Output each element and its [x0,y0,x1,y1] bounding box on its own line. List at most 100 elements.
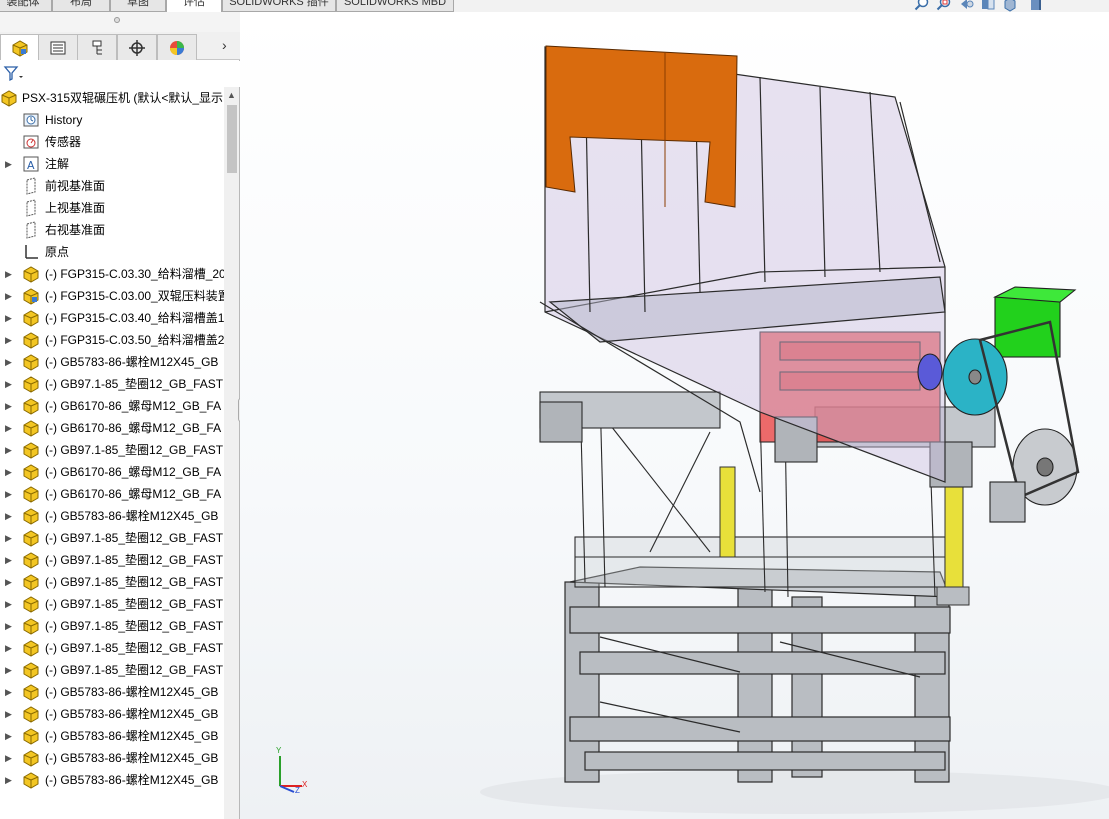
tree-item-label: (-) GB97.1-85_垫圈12_GB_FASTE [45,619,224,633]
tree-item[interactable]: ▶ (-) GB5783-86-螺栓M12X45_GB [0,747,224,769]
tree-item[interactable]: History [0,109,224,131]
tree-item[interactable]: ▶ (-) GB97.1-85_垫圈12_GB_FASTE [0,373,224,395]
tree-item[interactable]: ▶ (-) FGP315-C.03.30_给料溜槽_20 [0,263,224,285]
tab-layout[interactable]: 布局 [52,0,110,12]
tree-item[interactable]: 原点 [0,241,224,263]
filter-icon [3,66,23,82]
chevron-right-icon[interactable]: › [222,37,227,53]
part-icon [22,419,40,437]
zoom-to-fit-icon[interactable] [914,0,930,12]
tab-assembly[interactable]: 装配体 [0,0,52,12]
tree-item[interactable]: ▶ (-) GB5783-86-螺栓M12X45_GB [0,681,224,703]
expand-arrow-icon[interactable]: ▶ [5,466,13,478]
previous-view-icon[interactable] [958,0,974,12]
tree-item[interactable]: ▶ (-) FGP315-C.03.00_双辊压料装置 [0,285,224,307]
tree-item-label: (-) GB97.1-85_垫圈12_GB_FASTE [45,641,224,655]
chevron-up-icon[interactable]: ▲ [224,87,239,103]
scrollbar-thumb[interactable] [227,105,237,173]
tree-item[interactable]: ▶ (-) GB5783-86-螺栓M12X45_GB [0,769,224,791]
expand-arrow-icon[interactable]: ▶ [5,400,13,412]
tree-item[interactable]: ▶ (-) GB5783-86-螺栓M12X45_GB [0,725,224,747]
part-icon [22,705,40,723]
expand-arrow-icon[interactable]: ▶ [5,444,13,456]
part-icon [22,771,40,789]
tree-item-label: (-) GB5783-86-螺栓M12X45_GB [45,751,219,765]
expand-arrow-icon[interactable]: ▶ [5,356,13,368]
tree-item[interactable]: ▶ (-) GB97.1-85_垫圈12_GB_FASTE [0,439,224,461]
expand-arrow-icon[interactable]: ▶ [5,312,13,324]
expand-arrow-icon[interactable]: ▶ [5,378,13,390]
part-icon [22,441,40,459]
graphics-area[interactable]: Y X Z [240,12,1109,819]
expand-arrow-icon[interactable]: ▶ [5,664,13,676]
expand-arrow-icon[interactable]: ▶ [5,334,13,346]
assembly-icon [22,287,40,305]
tree-item[interactable]: ▶ (-) GB97.1-85_垫圈12_GB_FASTE [0,615,224,637]
tree-root[interactable]: PSX-315双辊碾压机 (默认<默认_显示 [0,87,224,109]
tree-item[interactable]: 前视基准面 [0,175,224,197]
expand-arrow-icon[interactable]: ▶ [5,158,13,170]
expand-arrow-icon[interactable]: ▶ [5,686,13,698]
tree-item[interactable]: ▶ (-) FGP315-C.03.40_给料溜槽盖1 [0,307,224,329]
tab-solidworks-mbd[interactable]: SOLIDWORKS MBD [336,0,454,12]
view-orientation-icon[interactable] [1002,0,1018,12]
expand-arrow-icon[interactable]: ▶ [5,730,13,742]
tree-item[interactable]: ▶ (-) GB97.1-85_垫圈12_GB_FASTE [0,593,224,615]
tree-item[interactable]: 传感器 [0,131,224,153]
expand-arrow-icon[interactable]: ▶ [5,532,13,544]
tree-item[interactable]: ▶ (-) GB5783-86-螺栓M12X45_GB [0,505,224,527]
tree-item[interactable]: 上视基准面 [0,197,224,219]
tree-item[interactable]: ▶ (-) GB5783-86-螺栓M12X45_GB [0,351,224,373]
tree-item-label: History [45,113,83,127]
tree-item-label: (-) GB97.1-85_垫圈12_GB_FASTE [45,443,224,457]
tree-item[interactable]: ▶ (-) GB97.1-85_垫圈12_GB_FASTE [0,549,224,571]
tree-item-label: (-) GB5783-86-螺栓M12X45_GB [45,773,219,787]
section-view-icon[interactable] [980,0,996,12]
display-style-icon[interactable] [1028,0,1044,12]
tree-item[interactable]: ▶ (-) GB6170-86_螺母M12_GB_FA [0,395,224,417]
expand-arrow-icon[interactable]: ▶ [5,422,13,434]
tab-propertymanager[interactable] [38,34,78,60]
part-icon [22,397,40,415]
plane-icon [22,177,40,195]
tab-dimxpertmanager[interactable] [117,34,157,60]
tree-item[interactable]: ▶ (-) GB97.1-85_垫圈12_GB_FASTE [0,637,224,659]
tree-item-label: (-) FGP315-C.03.00_双辊压料装置 [45,289,224,303]
origin-icon [22,243,40,261]
tree-item[interactable]: ▶ (-) GB6170-86_螺母M12_GB_FA [0,461,224,483]
tree-scrollbar[interactable]: ▲ [224,87,239,819]
expand-arrow-icon[interactable]: ▶ [5,598,13,610]
zoom-area-icon[interactable] [936,0,952,12]
tab-solidworks-addins[interactable]: SOLIDWORKS 插件 [222,0,336,12]
tree-item[interactable]: ▶ (-) GB5783-86-螺栓M12X45_GB [0,703,224,725]
tree-item[interactable]: ▶ A 注解 [0,153,224,175]
tab-featuremanager[interactable] [0,34,40,60]
tab-configurationmanager[interactable] [77,34,117,60]
tree-item[interactable]: ▶ (-) GB97.1-85_垫圈12_GB_FASTE [0,527,224,549]
tree-item[interactable]: ▶ (-) GB6170-86_螺母M12_GB_FA [0,417,224,439]
expand-arrow-icon[interactable]: ▶ [5,290,13,302]
expand-arrow-icon[interactable]: ▶ [5,268,13,280]
expand-arrow-icon[interactable]: ▶ [5,510,13,522]
expand-arrow-icon[interactable]: ▶ [5,642,13,654]
tree-item[interactable]: ▶ (-) GB97.1-85_垫圈12_GB_FASTE [0,571,224,593]
tree-item-label: (-) GB5783-86-螺栓M12X45_GB [45,355,219,369]
expand-arrow-icon[interactable]: ▶ [5,620,13,632]
expand-arrow-icon[interactable]: ▶ [5,554,13,566]
tree-filter[interactable] [0,61,240,87]
expand-arrow-icon[interactable]: ▶ [5,774,13,786]
tree-item[interactable]: ▶ (-) FGP315-C.03.50_给料溜槽盖2 [0,329,224,351]
tree-item-label: (-) GB97.1-85_垫圈12_GB_FASTE [45,575,224,589]
tab-sketch[interactable]: 草图 [110,0,166,12]
panel-grip[interactable] [0,12,240,32]
expand-arrow-icon[interactable]: ▶ [5,708,13,720]
propertymanager-icon [50,41,66,54]
expand-arrow-icon[interactable]: ▶ [5,488,13,500]
expand-arrow-icon[interactable]: ▶ [5,752,13,764]
tab-displaymanager[interactable] [157,34,197,60]
tree-item[interactable]: ▶ (-) GB97.1-85_垫圈12_GB_FASTE [0,659,224,681]
expand-arrow-icon[interactable]: ▶ [5,576,13,588]
tree-item[interactable]: 右视基准面 [0,219,224,241]
tree-item[interactable]: ▶ (-) GB6170-86_螺母M12_GB_FA [0,483,224,505]
tab-evaluate[interactable]: 评估 [166,0,222,12]
